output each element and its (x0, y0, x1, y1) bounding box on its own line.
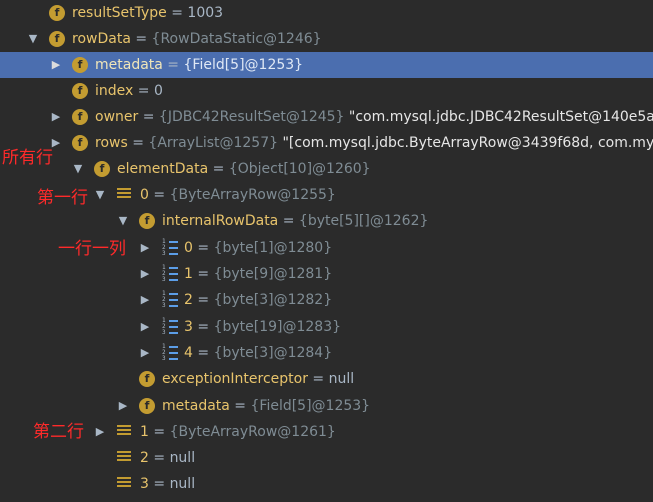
variable-value: 0 (153, 83, 163, 99)
variable-ref: {byte[1]@1280} (213, 240, 333, 256)
variable-ref: {Object[10]@1260} (228, 161, 371, 177)
tree-row-element-2[interactable]: 2 = null (0, 445, 653, 471)
expand-arrow-icon[interactable]: ▼ (116, 208, 130, 234)
expand-arrow-icon[interactable]: ▶ (93, 419, 107, 445)
variable-value: "[com.mysql.jdbc.ByteArrayRow@3439f68d, … (282, 135, 653, 151)
variable-name: 4 (184, 345, 193, 361)
variable-name: resultSetType (72, 5, 167, 21)
tree-row-metadata[interactable]: ▶ f metadata = {Field[5]@1253} (0, 393, 653, 419)
annotation-row-column: 一行一列 (58, 239, 126, 259)
tree-row-element-3[interactable]: 3 = null (0, 471, 653, 497)
variable-name: 2 (140, 450, 149, 466)
tree-row-element-1[interactable]: ▶ 1 = {ByteArrayRow@1261} (0, 419, 653, 445)
field-icon: f (72, 109, 88, 125)
variable-ref: {JDBC42ResultSet@1245} (158, 109, 345, 125)
variable-name: 1 (184, 266, 193, 282)
tree-row-elementdata[interactable]: ▼ f elementData = {Object[10]@1260} (0, 156, 653, 182)
field-icon: f (49, 5, 65, 21)
variable-name: metadata (162, 398, 230, 414)
field-icon: f (72, 57, 88, 73)
variable-ref: {ArrayList@1257} (148, 135, 279, 151)
variable-ref: {RowDataStatic@1246} (151, 31, 322, 47)
annotation-all-rows: 所有行 (2, 148, 53, 168)
variable-name: 3 (140, 476, 149, 492)
variable-name: 2 (184, 292, 193, 308)
array-items-icon: 1 2 3 (162, 318, 178, 336)
tree-row-element-0[interactable]: ▼ 0 = {ByteArrayRow@1255} (0, 182, 653, 208)
array-element-icon (117, 451, 131, 465)
variable-ref: {byte[5][]@1262} (298, 213, 429, 229)
variable-value: "com.mysql.jdbc.JDBC42ResultSet@140e5a13… (344, 109, 653, 125)
tree-row-metadata-selected[interactable]: ▶ f metadata = {Field[5]@1253} (0, 52, 653, 78)
variable-name: 3 (184, 319, 193, 335)
variable-ref: {byte[3]@1284} (213, 345, 333, 361)
variable-name: 0 (140, 187, 149, 203)
variable-value: null (328, 371, 355, 387)
variable-ref: {byte[19]@1283} (213, 319, 342, 335)
variable-value: null (169, 450, 196, 466)
variable-ref: {Field[5]@1253} (250, 398, 371, 414)
tree-row-owner[interactable]: ▶ f owner = {JDBC42ResultSet@1245} "com.… (0, 104, 653, 130)
field-icon: f (72, 83, 88, 99)
variable-ref: {ByteArrayRow@1261} (169, 424, 336, 440)
variable-name: owner (95, 109, 139, 125)
variable-name: elementData (117, 161, 209, 177)
variable-name: metadata (95, 57, 163, 73)
field-icon: f (94, 161, 110, 177)
array-element-icon (117, 425, 131, 439)
variable-name: rows (95, 135, 128, 151)
array-element-icon (117, 477, 131, 491)
debugger-variables-tree: f resultSetType = 1003 ▼ f rowData = {Ro… (0, 0, 653, 502)
tree-row-rowdata[interactable]: ▼ f rowData = {RowDataStatic@1246} (0, 26, 653, 52)
array-items-icon: 1 2 3 (162, 291, 178, 309)
tree-row-resultsettype[interactable]: f resultSetType = 1003 (0, 0, 653, 26)
expand-arrow-icon[interactable]: ▶ (138, 314, 152, 340)
field-icon: f (72, 135, 88, 151)
variable-name: rowData (72, 31, 131, 47)
variable-name: 1 (140, 424, 149, 440)
variable-ref: {byte[9]@1281} (213, 266, 333, 282)
variable-ref: {byte[3]@1282} (213, 292, 333, 308)
array-items-icon: 1 2 3 (162, 344, 178, 362)
variable-name: exceptionInterceptor (162, 371, 308, 387)
annotation-first-row: 第一行 (37, 188, 88, 208)
tree-row-index[interactable]: f index = 0 (0, 78, 653, 104)
tree-row-byte-2[interactable]: ▶ 1 2 3 2 = {byte[3]@1282} (0, 287, 653, 313)
tree-row-rows[interactable]: ▶ f rows = {ArrayList@1257} "[com.mysql.… (0, 130, 653, 156)
array-items-icon: 1 2 3 (162, 239, 178, 257)
field-icon: f (139, 398, 155, 414)
tree-row-byte-1[interactable]: ▶ 1 2 3 1 = {byte[9]@1281} (0, 261, 653, 287)
expand-arrow-icon[interactable]: ▶ (49, 104, 63, 130)
field-icon: f (139, 213, 155, 229)
expand-arrow-icon[interactable]: ▼ (26, 26, 40, 52)
variable-name: index (95, 83, 134, 99)
variable-name: 0 (184, 240, 193, 256)
variable-ref: {Field[5]@1253} (183, 57, 304, 73)
variable-value: null (169, 476, 196, 492)
array-items-icon: 1 2 3 (162, 265, 178, 283)
expand-arrow-icon[interactable]: ▶ (138, 287, 152, 313)
array-element-icon (117, 188, 131, 202)
expand-arrow-icon[interactable]: ▶ (138, 235, 152, 261)
tree-row-exceptioninterceptor[interactable]: f exceptionInterceptor = null (0, 366, 653, 392)
annotation-second-row: 第二行 (33, 422, 84, 442)
field-icon: f (49, 31, 65, 47)
field-icon: f (139, 371, 155, 387)
expand-arrow-icon[interactable]: ▶ (138, 340, 152, 366)
variable-name: internalRowData (162, 213, 279, 229)
expand-arrow-icon[interactable]: ▶ (49, 52, 63, 78)
variable-ref: {ByteArrayRow@1255} (169, 187, 336, 203)
tree-row-internalrowdata[interactable]: ▼ f internalRowData = {byte[5][]@1262} (0, 208, 653, 234)
tree-row-byte-4[interactable]: ▶ 1 2 3 4 = {byte[3]@1284} (0, 340, 653, 366)
expand-arrow-icon[interactable]: ▶ (138, 261, 152, 287)
expand-arrow-icon[interactable]: ▼ (71, 156, 85, 182)
tree-row-byte-3[interactable]: ▶ 1 2 3 3 = {byte[19]@1283} (0, 314, 653, 340)
expand-arrow-icon[interactable]: ▼ (93, 182, 107, 208)
variable-value: 1003 (187, 5, 224, 21)
expand-arrow-icon[interactable]: ▶ (116, 393, 130, 419)
